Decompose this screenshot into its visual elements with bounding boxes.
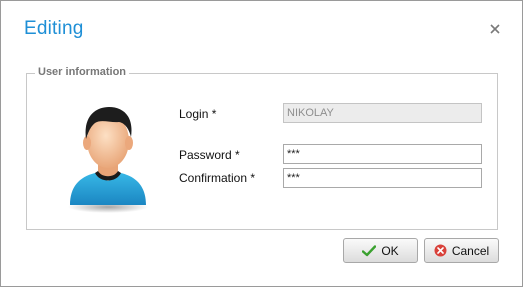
password-field[interactable]: *** — [283, 144, 482, 164]
user-avatar-icon — [68, 107, 148, 213]
confirmation-field[interactable]: *** — [283, 168, 482, 188]
checkmark-icon — [362, 244, 377, 256]
dialog-title: Editing — [24, 18, 84, 39]
close-button[interactable] — [487, 21, 503, 37]
ok-button-label: OK — [381, 243, 399, 258]
confirmation-label: Confirmation * — [179, 171, 256, 185]
ok-button[interactable]: OK — [343, 238, 418, 263]
group-legend: User information — [35, 66, 130, 78]
login-field: NIKOLAY — [283, 103, 482, 123]
cancel-button[interactable]: Cancel — [424, 238, 499, 263]
cancel-button-label: Cancel — [451, 243, 490, 258]
password-label: Password * — [179, 148, 240, 162]
login-label: Login * — [179, 107, 217, 121]
editing-dialog: Editing User information Login * NIKOLAY… — [0, 0, 523, 287]
close-icon — [490, 24, 500, 34]
user-information-group: User information Login * NIKOLAY Passwor… — [26, 66, 498, 230]
cancel-icon — [434, 244, 447, 257]
